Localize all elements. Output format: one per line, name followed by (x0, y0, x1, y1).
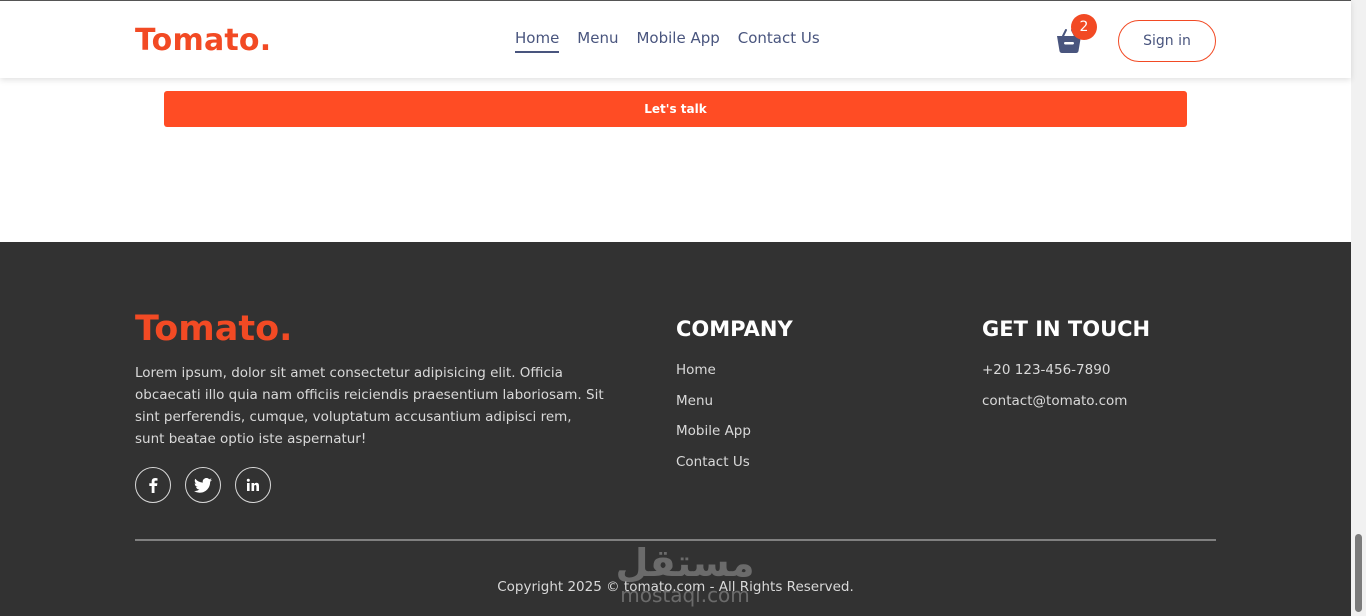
page-content: Tomato. Home Menu Mobile App Contact Us … (0, 0, 1351, 616)
footer-link-mobile-app[interactable]: Mobile App (676, 423, 751, 454)
page: Tomato. Home Menu Mobile App Contact Us … (0, 0, 1366, 616)
get-in-touch-heading: GET IN TOUCH (982, 317, 1151, 341)
brand-logo[interactable]: Tomato. (135, 23, 271, 58)
nav-contact-us[interactable]: Contact Us (738, 29, 820, 53)
footer-link-menu[interactable]: Menu (676, 393, 751, 424)
nav-mobile-app[interactable]: Mobile App (636, 29, 719, 53)
contact-info: +20 123-456-7890 contact@tomato.com (982, 362, 1127, 423)
navbar: Tomato. Home Menu Mobile App Contact Us … (0, 0, 1351, 78)
footer: Tomato. Lorem ipsum, dolor sit amet cons… (0, 242, 1351, 616)
company-heading: COMPANY (676, 317, 793, 341)
vertical-scrollbar[interactable] (1351, 0, 1366, 616)
footer-divider (135, 539, 1216, 541)
social-links (135, 467, 271, 503)
nav-home[interactable]: Home (515, 29, 560, 53)
lets-talk-button[interactable]: Let's talk (164, 91, 1187, 127)
copyright-text: Copyright 2025 © tomato.com - All Rights… (497, 579, 854, 595)
sign-in-button[interactable]: Sign in (1118, 20, 1216, 62)
main-nav: Home Menu Mobile App Contact Us (515, 29, 820, 53)
linkedin-icon[interactable] (235, 467, 271, 503)
footer-link-contact-us[interactable]: Contact Us (676, 454, 751, 485)
footer-description: Lorem ipsum, dolor sit amet consectetur … (135, 365, 604, 447)
footer-logo: Tomato. (135, 309, 293, 349)
company-links: Home Menu Mobile App Contact Us (676, 362, 751, 484)
cart-count-badge: 2 (1071, 14, 1097, 40)
contact-phone: +20 123-456-7890 (982, 362, 1111, 378)
facebook-icon[interactable] (135, 467, 171, 503)
mostaql-watermark: مستقل mostaql.com (616, 541, 755, 607)
nav-menu[interactable]: Menu (577, 29, 618, 53)
twitter-icon[interactable] (185, 467, 221, 503)
scrollbar-thumb[interactable] (1355, 534, 1362, 612)
contact-email: contact@tomato.com (982, 392, 1128, 409)
footer-link-home[interactable]: Home (676, 362, 751, 393)
